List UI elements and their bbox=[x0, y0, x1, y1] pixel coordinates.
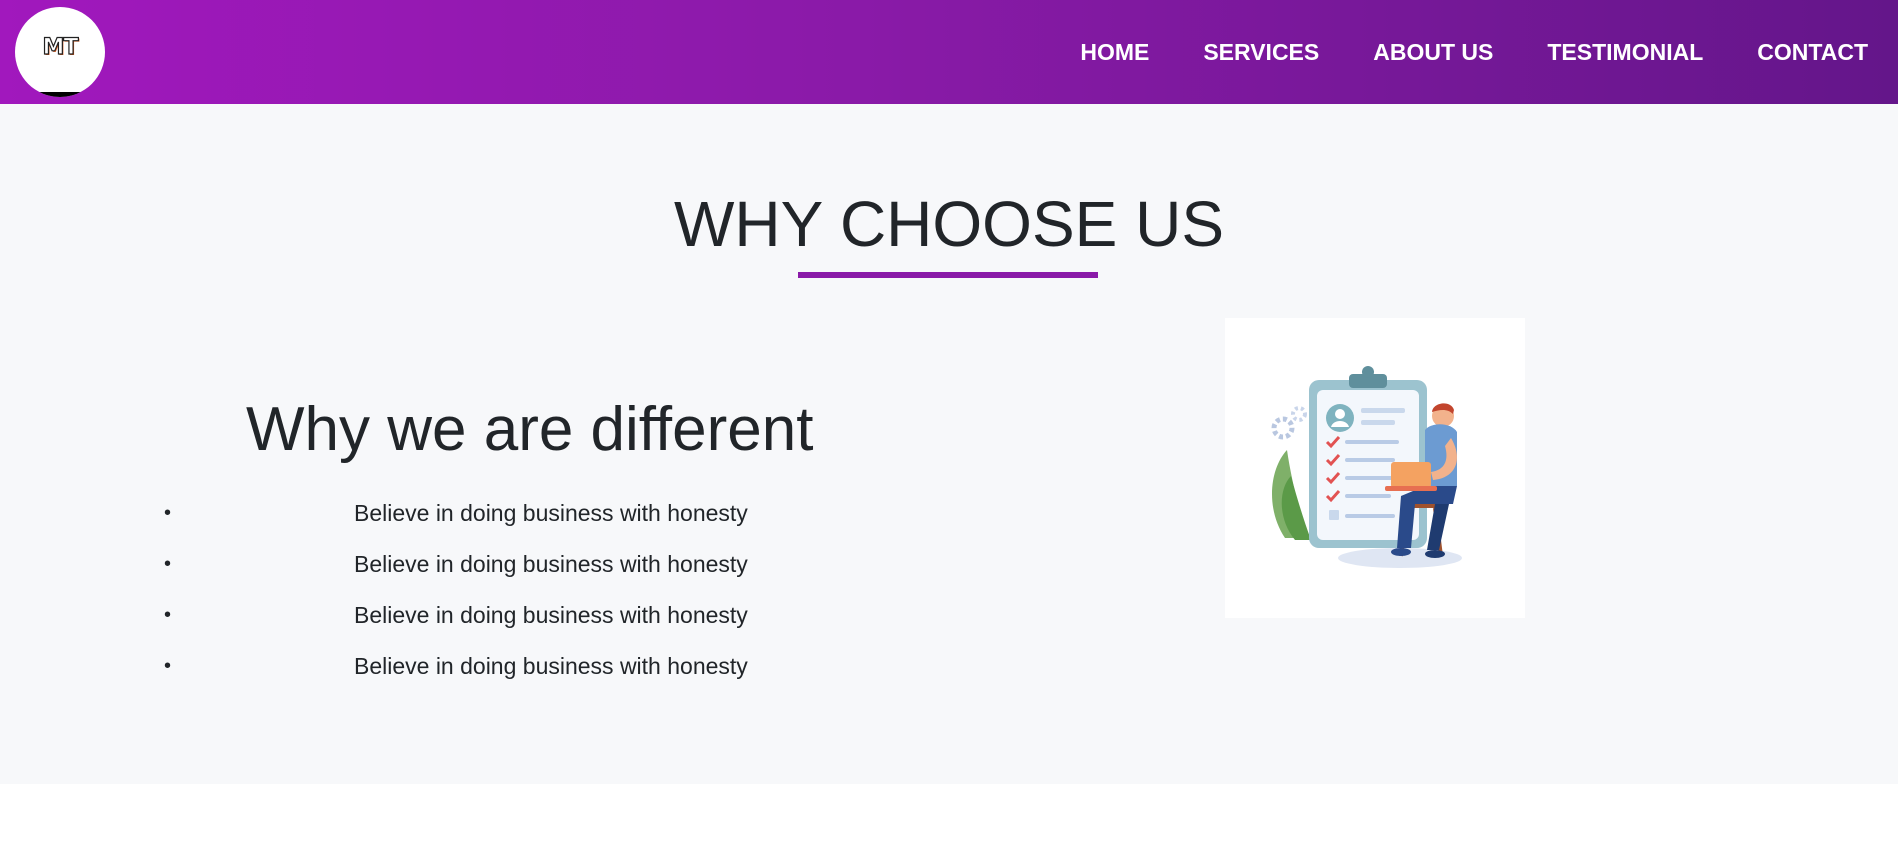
feature-item: • Believe in doing business with honesty bbox=[164, 592, 814, 643]
feature-text: Believe in doing business with honesty bbox=[354, 602, 748, 628]
checklist-illustration bbox=[1225, 318, 1525, 618]
feature-text: Believe in doing business with honesty bbox=[354, 653, 748, 679]
feature-item: • Believe in doing business with honesty bbox=[164, 490, 814, 541]
bullet: • bbox=[164, 553, 172, 575]
logo-bar bbox=[15, 92, 105, 97]
nav-links: HOME SERVICES ABOUT US TESTIMONIAL CONTA… bbox=[1080, 0, 1868, 104]
bullet: • bbox=[164, 655, 172, 677]
feature-list: • Believe in doing business with honesty… bbox=[164, 490, 814, 694]
feature-item: • Believe in doing business with honesty bbox=[164, 643, 814, 694]
section-title: WHY CHOOSE US bbox=[674, 188, 1224, 260]
title-underline bbox=[798, 272, 1098, 278]
feature-text: Believe in doing business with honesty bbox=[354, 500, 748, 526]
feature-item: • Believe in doing business with honesty bbox=[164, 541, 814, 592]
feature-text: Believe in doing business with honesty bbox=[354, 551, 748, 577]
bullet: • bbox=[164, 502, 172, 524]
bullet: • bbox=[164, 604, 172, 626]
why-choose-section: WHY CHOOSE US Why we are different • Bel… bbox=[0, 104, 1898, 784]
sub-title: Why we are different bbox=[246, 395, 814, 464]
nav-about-link[interactable]: ABOUT US bbox=[1373, 39, 1493, 66]
nav-contact-link[interactable]: CONTACT bbox=[1757, 39, 1868, 66]
nav-services-link[interactable]: SERVICES bbox=[1203, 39, 1319, 66]
logo[interactable]: MT bbox=[15, 7, 105, 97]
navbar: MT HOME SERVICES ABOUT US TESTIMONIAL CO… bbox=[0, 0, 1898, 104]
nav-testimonial-link[interactable]: TESTIMONIAL bbox=[1547, 39, 1703, 66]
checklist-illustration-icon bbox=[1271, 366, 1462, 568]
logo-text: MT bbox=[42, 34, 79, 60]
nav-home-link[interactable]: HOME bbox=[1080, 39, 1149, 66]
